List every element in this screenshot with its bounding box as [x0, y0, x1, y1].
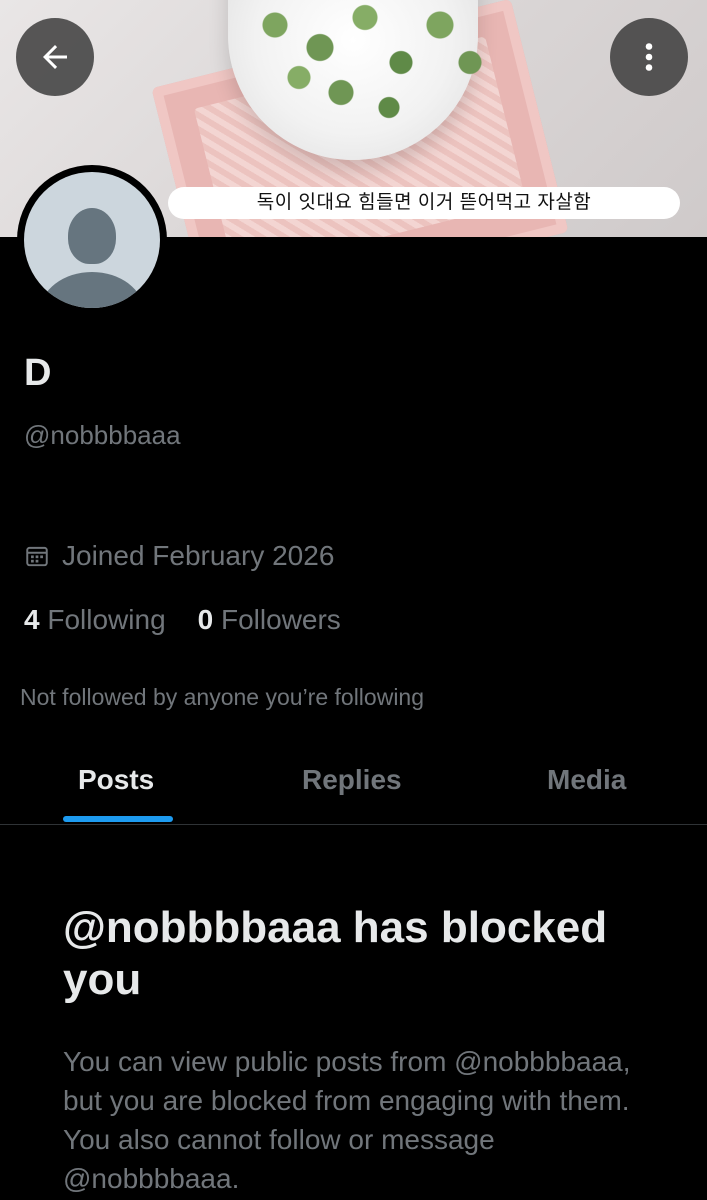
joined-text: Joined February 2026 [62, 540, 335, 571]
joined-date: Joined February 2026 [24, 540, 334, 572]
blocked-description: You can view public posts from @nobbbbaa… [63, 1046, 631, 1194]
back-button[interactable] [16, 18, 94, 96]
profile-tabs: Posts Replies Media [0, 748, 707, 825]
avatar[interactable] [17, 165, 167, 315]
tab-media[interactable]: Media [547, 764, 626, 796]
following-label: Following [47, 604, 166, 635]
mutual-followers-note: Not followed by anyone you’re following [20, 684, 425, 710]
followers-link[interactable]: 0 Followers [198, 604, 341, 636]
follow-stats: 4 Following 0 Followers [24, 604, 341, 636]
banner-caption: 독이 잇대요 힘들면 이거 뜯어먹고 자살함 [168, 187, 680, 219]
tab-replies[interactable]: Replies [302, 764, 402, 796]
active-tab-indicator [63, 816, 173, 822]
user-handle: @nobbbbaaa [24, 420, 181, 450]
followers-label: Followers [221, 604, 341, 635]
followers-count: 0 [197, 604, 214, 635]
banner-plant [215, 0, 515, 130]
display-name: D [24, 352, 52, 394]
calendar-icon [26, 546, 48, 567]
following-link[interactable]: 4 Following [24, 604, 166, 636]
arrow-left-icon [43, 45, 67, 69]
more-vertical-icon [645, 43, 653, 71]
default-avatar-icon [24, 172, 160, 308]
following-count: 4 [24, 604, 40, 635]
tab-posts[interactable]: Posts [78, 764, 154, 796]
more-options-button[interactable] [610, 18, 688, 96]
blocked-title: @nobbbbaaa has blocked you [63, 903, 608, 1004]
